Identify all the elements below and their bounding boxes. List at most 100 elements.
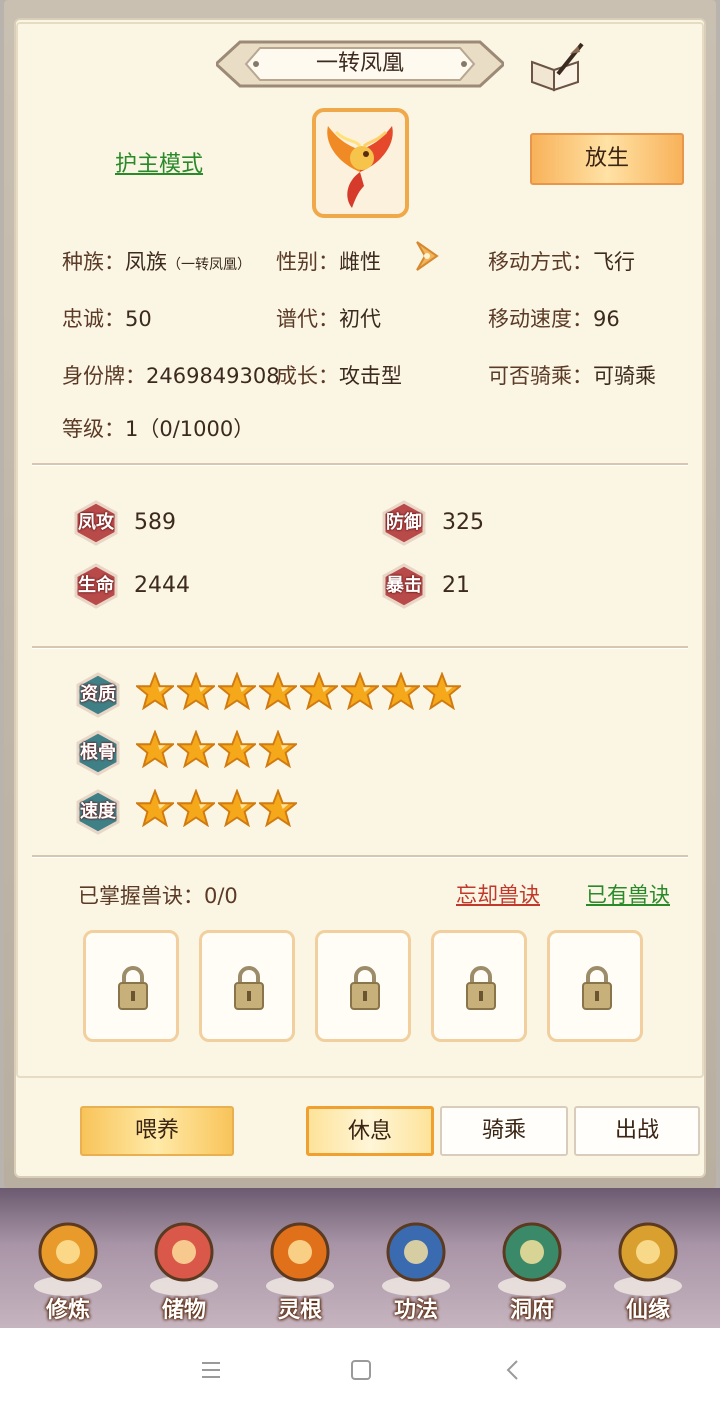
level-value: 1（0/1000） — [125, 417, 255, 441]
pet-avatar[interactable] — [312, 108, 409, 218]
star-icon — [218, 672, 256, 710]
home-icon[interactable] — [346, 1356, 376, 1384]
rating-badge-speed: 速度 — [75, 789, 121, 835]
rideable-label: 可否骑乘： — [488, 364, 593, 388]
phoenix-icon — [327, 126, 393, 208]
nav-item[interactable]: 储物 — [134, 1200, 234, 1328]
scripture-book-icon — [382, 1222, 450, 1296]
divider — [32, 463, 688, 466]
stat-value-attack: 589 — [134, 510, 176, 535]
level-label: 等级： — [62, 417, 125, 441]
cultivation-monk-icon — [34, 1222, 102, 1296]
stat-badge-crit: 暴击 — [381, 563, 427, 609]
star-icon — [259, 730, 297, 768]
stat-label: 凤攻 — [78, 512, 114, 533]
nav-item[interactable]: 灵根 — [250, 1200, 350, 1328]
arrow-right-icon[interactable] — [413, 238, 445, 274]
rating-badge-bone: 根骨 — [75, 730, 121, 776]
skill-slot-locked[interactable] — [547, 930, 643, 1042]
star-icon — [382, 672, 420, 710]
nav-item[interactable]: 洞府 — [482, 1200, 582, 1328]
generation-info: 谱代：初代 — [276, 303, 381, 333]
growth-info: 成长：攻击型 — [276, 360, 402, 390]
rest-button[interactable]: 休息 — [306, 1106, 434, 1156]
skill-slot-locked[interactable] — [431, 930, 527, 1042]
star-icon — [300, 672, 338, 710]
generation-value: 初代 — [339, 307, 381, 331]
lock-icon — [466, 966, 496, 1010]
ride-button[interactable]: 骑乘 — [440, 1106, 568, 1156]
nav-label: 洞府 — [509, 1298, 554, 1323]
menu-icon[interactable] — [196, 1356, 226, 1384]
nav-label: 仙缘 — [625, 1298, 670, 1323]
growth-label: 成长： — [276, 364, 339, 388]
stat-value-defense: 325 — [442, 510, 484, 535]
move-type-label: 移动方式： — [488, 250, 593, 274]
rating-badge-aptitude: 资质 — [75, 672, 121, 718]
storage-bag-icon — [150, 1222, 218, 1296]
owned-skills-link[interactable]: 已有兽诀 — [586, 879, 670, 909]
stat-value-hp: 2444 — [134, 573, 190, 598]
skill-slot-locked[interactable] — [83, 930, 179, 1042]
move-speed-value: 96 — [593, 307, 620, 331]
forget-skill-link[interactable]: 忘却兽诀 — [456, 879, 540, 909]
star-icon — [423, 672, 461, 710]
star-icon — [259, 672, 297, 710]
growth-value: 攻击型 — [339, 364, 402, 388]
stat-value-crit: 21 — [442, 573, 470, 598]
star-icon — [177, 730, 215, 768]
generation-label: 谱代： — [276, 307, 339, 331]
book-quill-icon[interactable] — [528, 40, 584, 92]
stat-badge-attack: 凤攻 — [73, 500, 119, 546]
loyalty-label: 忠诚： — [62, 307, 125, 331]
feed-button[interactable]: 喂养 — [80, 1106, 234, 1156]
move-speed-info: 移动速度：96 — [488, 303, 620, 333]
divider — [32, 646, 688, 649]
guard-mode-link[interactable]: 护主模式 — [115, 146, 203, 178]
skill-slot-locked[interactable] — [199, 930, 295, 1042]
lock-icon — [582, 966, 612, 1010]
star-icon — [341, 672, 379, 710]
skill-slot-locked[interactable] — [315, 930, 411, 1042]
stat-badge-hp: 生命 — [73, 563, 119, 609]
nav-label: 功法 — [393, 1298, 438, 1323]
star-icon — [177, 672, 215, 710]
move-type-info: 移动方式：飞行 — [488, 246, 635, 276]
battle-button[interactable]: 出战 — [574, 1106, 700, 1156]
race-label: 种族： — [62, 250, 125, 274]
nav-item[interactable]: 功法 — [366, 1200, 466, 1328]
stat-label: 防御 — [386, 512, 422, 533]
gender-value: 雌性 — [339, 250, 381, 274]
rideable-info: 可否骑乘：可骑乘 — [488, 360, 656, 390]
star-icon — [218, 789, 256, 827]
id-value: 2469849308 — [146, 364, 280, 388]
move-type-value: 飞行 — [593, 250, 635, 274]
loyalty-info: 忠诚：50 — [62, 303, 152, 333]
nav-label: 修炼 — [45, 1298, 90, 1323]
rating-label: 资质 — [80, 684, 116, 705]
gourd-icon — [614, 1222, 682, 1296]
rating-label: 根骨 — [80, 742, 116, 763]
page-title: 一转凤凰 — [315, 51, 404, 76]
lock-icon — [118, 966, 148, 1010]
star-icon — [136, 789, 174, 827]
nav-item[interactable]: 修炼 — [18, 1200, 118, 1328]
back-icon[interactable] — [498, 1356, 528, 1384]
lock-icon — [350, 966, 380, 1010]
gender-label: 性别： — [276, 250, 339, 274]
nav-label: 灵根 — [277, 1298, 322, 1323]
race-value: 凤族 — [125, 250, 167, 274]
lock-icon — [234, 966, 264, 1010]
rating-stars — [136, 730, 297, 774]
loyalty-value: 50 — [125, 307, 152, 331]
spirit-root-icon — [266, 1222, 334, 1296]
title-banner: 一转凤凰 — [216, 38, 504, 90]
rating-stars — [136, 672, 461, 716]
level-info: 等级：1（0/1000） — [62, 413, 254, 443]
mastered-skills-label: 已掌握兽诀：0/0 — [78, 884, 238, 908]
nav-item[interactable]: 仙缘 — [598, 1200, 698, 1328]
cave-palace-icon — [498, 1222, 566, 1296]
release-button[interactable]: 放生 — [530, 133, 684, 185]
star-icon — [218, 730, 256, 768]
race-info: 种族：凤族（一转凤凰） — [62, 246, 251, 276]
